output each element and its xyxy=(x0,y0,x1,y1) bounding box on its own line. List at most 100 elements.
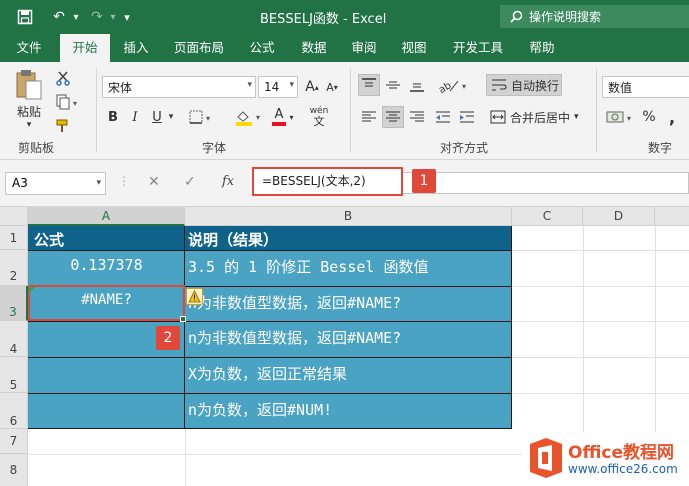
table-border xyxy=(28,428,512,429)
cell-b6[interactable]: n为负数，返回#NUM! xyxy=(188,399,510,420)
decrease-indent-button[interactable] xyxy=(432,106,454,128)
decrease-indent-icon xyxy=(436,111,450,123)
wrap-text-button[interactable]: 自动换行 xyxy=(486,74,562,96)
row-header-6[interactable]: 6 xyxy=(0,393,28,429)
gridline xyxy=(512,321,689,322)
fill-color-icon: ▾ xyxy=(236,111,260,126)
row-header-3[interactable]: 3 xyxy=(0,286,28,321)
align-left-button[interactable] xyxy=(358,106,380,128)
column-header-b[interactable]: B xyxy=(185,207,512,226)
comma-button[interactable]: , xyxy=(664,106,680,128)
number-group-label: 数字 xyxy=(648,141,673,155)
customize-qat-icon[interactable]: ▾ xyxy=(120,6,134,28)
font-color-swatch xyxy=(272,122,287,126)
tab-page-layout[interactable]: 页面布局 xyxy=(166,34,232,62)
font-name-select[interactable]: 宋体 ▾ xyxy=(102,76,256,98)
tab-help[interactable]: 帮助 xyxy=(520,34,564,62)
grow-font-button[interactable]: A ▴ xyxy=(302,76,322,98)
copy-icon[interactable]: ▾ xyxy=(52,92,82,112)
row-header-7[interactable]: 7 xyxy=(0,429,28,454)
search-box[interactable]: 操作说明搜索 xyxy=(500,5,689,28)
font-size-value: 14 xyxy=(264,80,280,94)
table-border xyxy=(511,226,512,429)
merge-center-button[interactable]: 合并后居中 ▾ xyxy=(486,106,586,128)
table-border xyxy=(28,357,512,358)
align-top-button[interactable] xyxy=(358,74,380,96)
tab-home[interactable]: 开始 xyxy=(60,34,110,62)
row-header-8[interactable]: 8 xyxy=(0,454,28,486)
name-box[interactable]: A3 ▾ xyxy=(5,172,106,195)
underline-button[interactable]: U xyxy=(148,106,166,128)
align-right-icon xyxy=(410,111,424,122)
fill-color-button[interactable]: ▾ xyxy=(232,106,266,128)
phonetic-button[interactable]: wén 文 xyxy=(306,106,332,128)
tab-review[interactable]: 审阅 xyxy=(342,34,386,62)
tab-formulas[interactable]: 公式 xyxy=(240,34,284,62)
orientation-button[interactable]: ab ▾ xyxy=(434,74,472,96)
format-painter-icon[interactable] xyxy=(52,116,74,136)
group-separator xyxy=(96,68,97,152)
svg-text:ab: ab xyxy=(437,80,453,94)
paste-dropdown-icon[interactable]: ▾ xyxy=(14,119,44,131)
more-options-icon: ⋮ xyxy=(118,174,130,188)
increase-indent-button[interactable] xyxy=(456,106,478,128)
row-header-2[interactable]: 2 xyxy=(0,250,28,286)
select-all-corner[interactable] xyxy=(0,207,28,226)
enter-icon[interactable]: ✓ xyxy=(184,174,196,190)
accounting-format-button[interactable]: ▾ xyxy=(604,106,636,128)
formula-input-area[interactable] xyxy=(403,172,689,194)
align-middle-button[interactable] xyxy=(382,74,404,96)
cell-a2[interactable]: 0.137378 xyxy=(28,256,185,274)
row-header-4[interactable]: 4 xyxy=(0,321,28,357)
svg-text:▾: ▾ xyxy=(627,114,631,123)
tab-insert[interactable]: 插入 xyxy=(114,34,158,62)
paste-icon[interactable] xyxy=(12,66,46,102)
number-format-value: 数值 xyxy=(608,80,633,95)
fill-handle[interactable] xyxy=(180,316,186,322)
number-format-select[interactable]: 数值 xyxy=(602,76,689,98)
cancel-icon[interactable]: ✕ xyxy=(148,174,160,190)
undo-dropdown-icon[interactable]: ▾ xyxy=(70,6,82,28)
align-center-icon xyxy=(386,111,400,122)
percent-button[interactable]: % xyxy=(640,106,658,128)
row-header-1[interactable]: 1 xyxy=(0,226,28,250)
row-header-5[interactable]: 5 xyxy=(0,357,28,393)
column-header-e[interactable]: E xyxy=(655,207,689,226)
font-size-select[interactable]: 14 ▾ xyxy=(258,76,298,98)
column-header-c[interactable]: C xyxy=(512,207,583,226)
font-color-button[interactable]: A ▾ xyxy=(268,106,298,128)
align-right-button[interactable] xyxy=(406,106,428,128)
column-header-d[interactable]: D xyxy=(583,207,655,226)
tab-data[interactable]: 数据 xyxy=(292,34,336,62)
paste-button-label[interactable]: 粘贴 xyxy=(12,103,46,119)
cell-a1[interactable]: 公式 xyxy=(34,229,64,250)
svg-text:▾: ▾ xyxy=(73,99,77,108)
bold-button[interactable]: B xyxy=(104,106,122,128)
align-bottom-button[interactable] xyxy=(406,74,428,96)
italic-button[interactable]: I xyxy=(126,106,144,128)
svg-text:▾: ▾ xyxy=(462,82,466,91)
cut-icon[interactable] xyxy=(52,68,74,88)
chevron-down-icon: ▾ xyxy=(574,112,579,122)
underline-dropdown-icon[interactable]: ▾ xyxy=(166,106,176,128)
undo-icon[interactable]: ↶ xyxy=(48,6,70,28)
align-center-button[interactable] xyxy=(382,106,404,128)
save-icon[interactable] xyxy=(14,6,36,28)
column-header-a[interactable]: A xyxy=(28,207,185,226)
tab-developer[interactable]: 开发工具 xyxy=(444,34,512,62)
cell-b2[interactable]: 3.5 的 1 阶修正 Bessel 函数值 xyxy=(188,256,510,277)
tab-view[interactable]: 视图 xyxy=(392,34,436,62)
chevron-down-icon: ▾ xyxy=(247,80,252,90)
cell-b3[interactable]: n为非数值型数据，返回#NAME? xyxy=(188,292,510,313)
shrink-font-button[interactable]: A ▾ xyxy=(322,76,342,98)
clipboard-group-label: 剪贴板 xyxy=(18,141,55,155)
borders-button[interactable]: ▾ xyxy=(186,106,216,128)
cell-b5[interactable]: X为负数，返回正常结果 xyxy=(188,363,510,384)
formula-input[interactable]: =BESSELJ(文本,2) xyxy=(252,167,403,196)
insert-function-icon[interactable]: fx xyxy=(222,174,234,189)
font-color-icon: A xyxy=(274,107,284,122)
cell-b4[interactable]: n为非数值型数据，返回#NAME? xyxy=(188,327,510,348)
cell-b1[interactable]: 说明（结果） xyxy=(188,229,278,250)
tab-file[interactable]: 文件 xyxy=(6,34,52,62)
error-warning-icon[interactable] xyxy=(186,288,203,305)
